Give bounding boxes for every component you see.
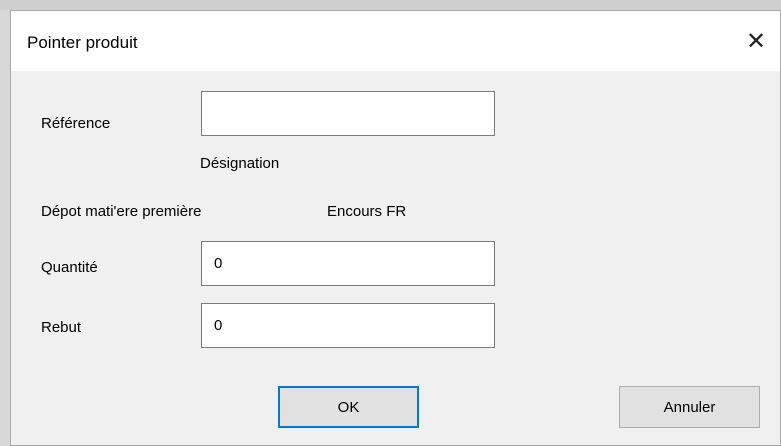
pointer-produit-dialog: Pointer produit ✕ Référence Désignation … — [10, 10, 781, 446]
cancel-button-label: Annuler — [663, 398, 716, 416]
ok-button-label: OK — [337, 398, 360, 416]
cancel-button[interactable]: Annuler — [619, 386, 760, 428]
background-window-edge — [0, 0, 781, 10]
designation-label: Désignation — [200, 155, 280, 172]
dialog-title: Pointer produit — [27, 33, 138, 52]
ok-button[interactable]: OK — [278, 386, 419, 428]
depot-label: Dépot mati'ere première — [41, 203, 202, 220]
reference-input[interactable] — [201, 91, 495, 136]
rebut-input[interactable] — [201, 303, 495, 348]
close-icon: ✕ — [745, 27, 767, 55]
dialog-titlebar: Pointer produit ✕ — [11, 11, 780, 71]
reference-label: Référence — [41, 115, 111, 132]
quantite-label: Quantité — [41, 259, 98, 276]
quantite-input[interactable] — [201, 241, 495, 286]
close-button[interactable]: ✕ — [738, 24, 774, 58]
rebut-label: Rebut — [41, 319, 82, 336]
depot-value: Encours FR — [327, 203, 407, 220]
